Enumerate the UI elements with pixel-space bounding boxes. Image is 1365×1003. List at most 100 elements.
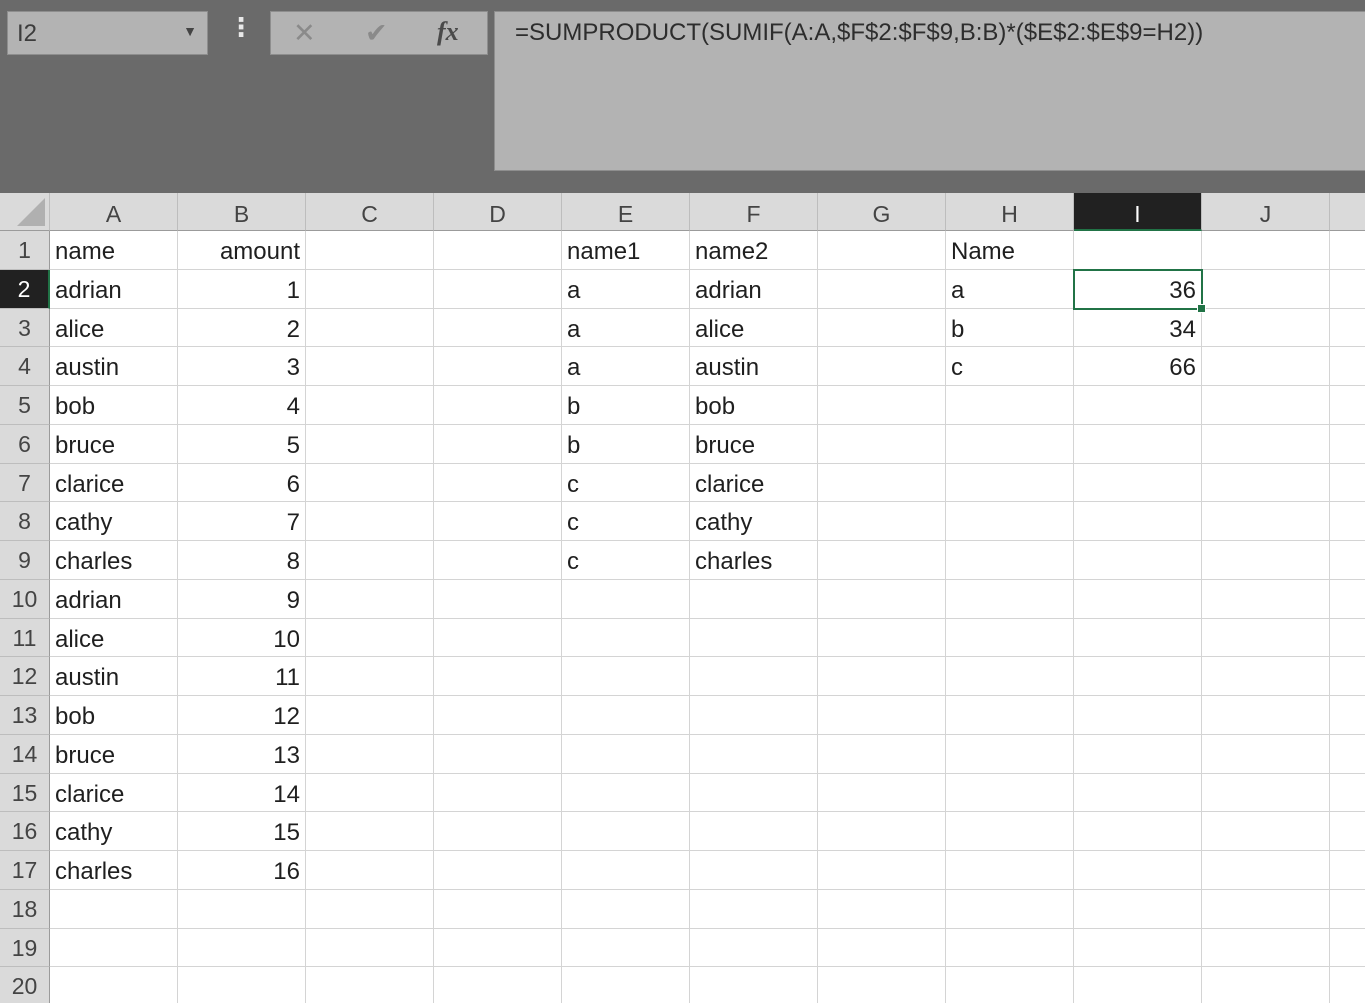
cell-k5[interactable]	[1330, 386, 1365, 425]
cell-b15[interactable]: 14	[178, 773, 306, 813]
cell-b16[interactable]: 15	[178, 812, 306, 851]
cell-d2[interactable]	[434, 269, 562, 309]
row-header-3[interactable]: 3	[0, 308, 50, 348]
cell-d9[interactable]	[434, 541, 562, 580]
fill-handle[interactable]	[1197, 303, 1206, 313]
cell-e17[interactable]	[562, 851, 690, 890]
cell-b1[interactable]: amount	[178, 231, 306, 270]
cell-g13[interactable]	[818, 696, 946, 735]
cell-a19[interactable]	[50, 928, 178, 968]
cell-h19[interactable]	[946, 928, 1074, 968]
cell-a15[interactable]: clarice	[50, 773, 178, 813]
cell-g19[interactable]	[818, 928, 946, 968]
cell-e1[interactable]: name1	[562, 231, 690, 270]
cell-h16[interactable]	[946, 812, 1074, 851]
cell-g15[interactable]	[818, 773, 946, 813]
row-header-13[interactable]: 13	[0, 696, 50, 735]
cell-b17[interactable]: 16	[178, 851, 306, 890]
cell-a1[interactable]: name	[50, 231, 178, 270]
cell-i15[interactable]	[1074, 773, 1202, 813]
cell-b20[interactable]	[178, 967, 306, 1003]
cell-i5[interactable]	[1074, 386, 1202, 425]
cell-g18[interactable]	[818, 889, 946, 929]
cell-c10[interactable]	[306, 579, 434, 619]
cell-f17[interactable]	[690, 851, 818, 890]
cell-i2[interactable]: 36	[1074, 269, 1202, 309]
cell-j14[interactable]	[1202, 734, 1330, 774]
cell-a11[interactable]: alice	[50, 618, 178, 658]
cell-c7[interactable]	[306, 463, 434, 503]
row-header-12[interactable]: 12	[0, 657, 50, 696]
cell-e18[interactable]	[562, 889, 690, 929]
select-all-button[interactable]	[0, 193, 50, 231]
cell-j5[interactable]	[1202, 386, 1330, 425]
cell-a13[interactable]: bob	[50, 696, 178, 735]
cell-f11[interactable]	[690, 618, 818, 658]
cell-b9[interactable]: 8	[178, 541, 306, 580]
row-header-17[interactable]: 17	[0, 851, 50, 890]
cell-c9[interactable]	[306, 541, 434, 580]
column-header-c[interactable]: C	[306, 193, 434, 231]
cell-f1[interactable]: name2	[690, 231, 818, 270]
cell-e13[interactable]	[562, 696, 690, 735]
cell-d5[interactable]	[434, 386, 562, 425]
cell-f2[interactable]: adrian	[690, 269, 818, 309]
cell-g12[interactable]	[818, 657, 946, 696]
cell-i13[interactable]	[1074, 696, 1202, 735]
cell-j13[interactable]	[1202, 696, 1330, 735]
row-header-9[interactable]: 9	[0, 541, 50, 580]
cell-d3[interactable]	[434, 308, 562, 348]
cell-d17[interactable]	[434, 851, 562, 890]
cell-a9[interactable]: charles	[50, 541, 178, 580]
cell-e4[interactable]: a	[562, 347, 690, 386]
cell-h5[interactable]	[946, 386, 1074, 425]
cell-k7[interactable]	[1330, 464, 1365, 503]
cell-j9[interactable]	[1202, 541, 1330, 580]
cell-h9[interactable]	[946, 541, 1074, 580]
cell-c4[interactable]	[306, 347, 434, 386]
cell-e20[interactable]	[562, 967, 690, 1003]
cell-j15[interactable]	[1202, 773, 1330, 813]
cell-i1[interactable]	[1074, 231, 1202, 270]
cell-e19[interactable]	[562, 928, 690, 968]
cell-h1[interactable]: Name	[946, 231, 1074, 270]
chevron-down-icon[interactable]: ▼	[183, 23, 197, 39]
cell-d16[interactable]	[434, 812, 562, 851]
cell-i9[interactable]	[1074, 541, 1202, 580]
fx-icon[interactable]: fx	[437, 17, 459, 47]
cell-g16[interactable]	[818, 812, 946, 851]
cell-j6[interactable]	[1202, 424, 1330, 464]
cell-g8[interactable]	[818, 502, 946, 541]
cell-b2[interactable]: 1	[178, 269, 306, 309]
row-header-10[interactable]: 10	[0, 579, 50, 619]
cell-h14[interactable]	[946, 734, 1074, 774]
cell-j7[interactable]	[1202, 463, 1330, 503]
check-icon[interactable]: ✔	[365, 18, 388, 49]
row-header-4[interactable]: 4	[0, 347, 50, 386]
cell-c14[interactable]	[306, 734, 434, 774]
spreadsheet-grid[interactable]: A B C D E F G H I J 1 name amount name1 name2 Name 2 adri…	[0, 193, 1365, 1003]
cell-i4[interactable]: 66	[1074, 347, 1202, 386]
row-header-11[interactable]: 11	[0, 618, 50, 658]
cell-d14[interactable]	[434, 734, 562, 774]
cell-k1[interactable]	[1330, 231, 1365, 270]
cell-k13[interactable]	[1330, 696, 1365, 735]
cell-h6[interactable]	[946, 424, 1074, 464]
cell-h7[interactable]	[946, 463, 1074, 503]
cell-d10[interactable]	[434, 579, 562, 619]
cell-i14[interactable]	[1074, 734, 1202, 774]
cell-i17[interactable]	[1074, 851, 1202, 890]
cell-a16[interactable]: cathy	[50, 812, 178, 851]
cell-f20[interactable]	[690, 967, 818, 1003]
cell-k15[interactable]	[1330, 774, 1365, 813]
formula-bar[interactable]: =SUMPRODUCT(SUMIF(A:A,$F$2:$F$9,B:B)*($E…	[494, 11, 1365, 171]
cell-j3[interactable]	[1202, 308, 1330, 348]
cell-f18[interactable]	[690, 889, 818, 929]
cell-g2[interactable]	[818, 269, 946, 309]
close-icon[interactable]: ✕	[293, 18, 316, 49]
cell-f16[interactable]	[690, 812, 818, 851]
cell-g20[interactable]	[818, 967, 946, 1003]
cell-b8[interactable]: 7	[178, 502, 306, 541]
cell-c16[interactable]	[306, 812, 434, 851]
cell-f15[interactable]	[690, 773, 818, 813]
